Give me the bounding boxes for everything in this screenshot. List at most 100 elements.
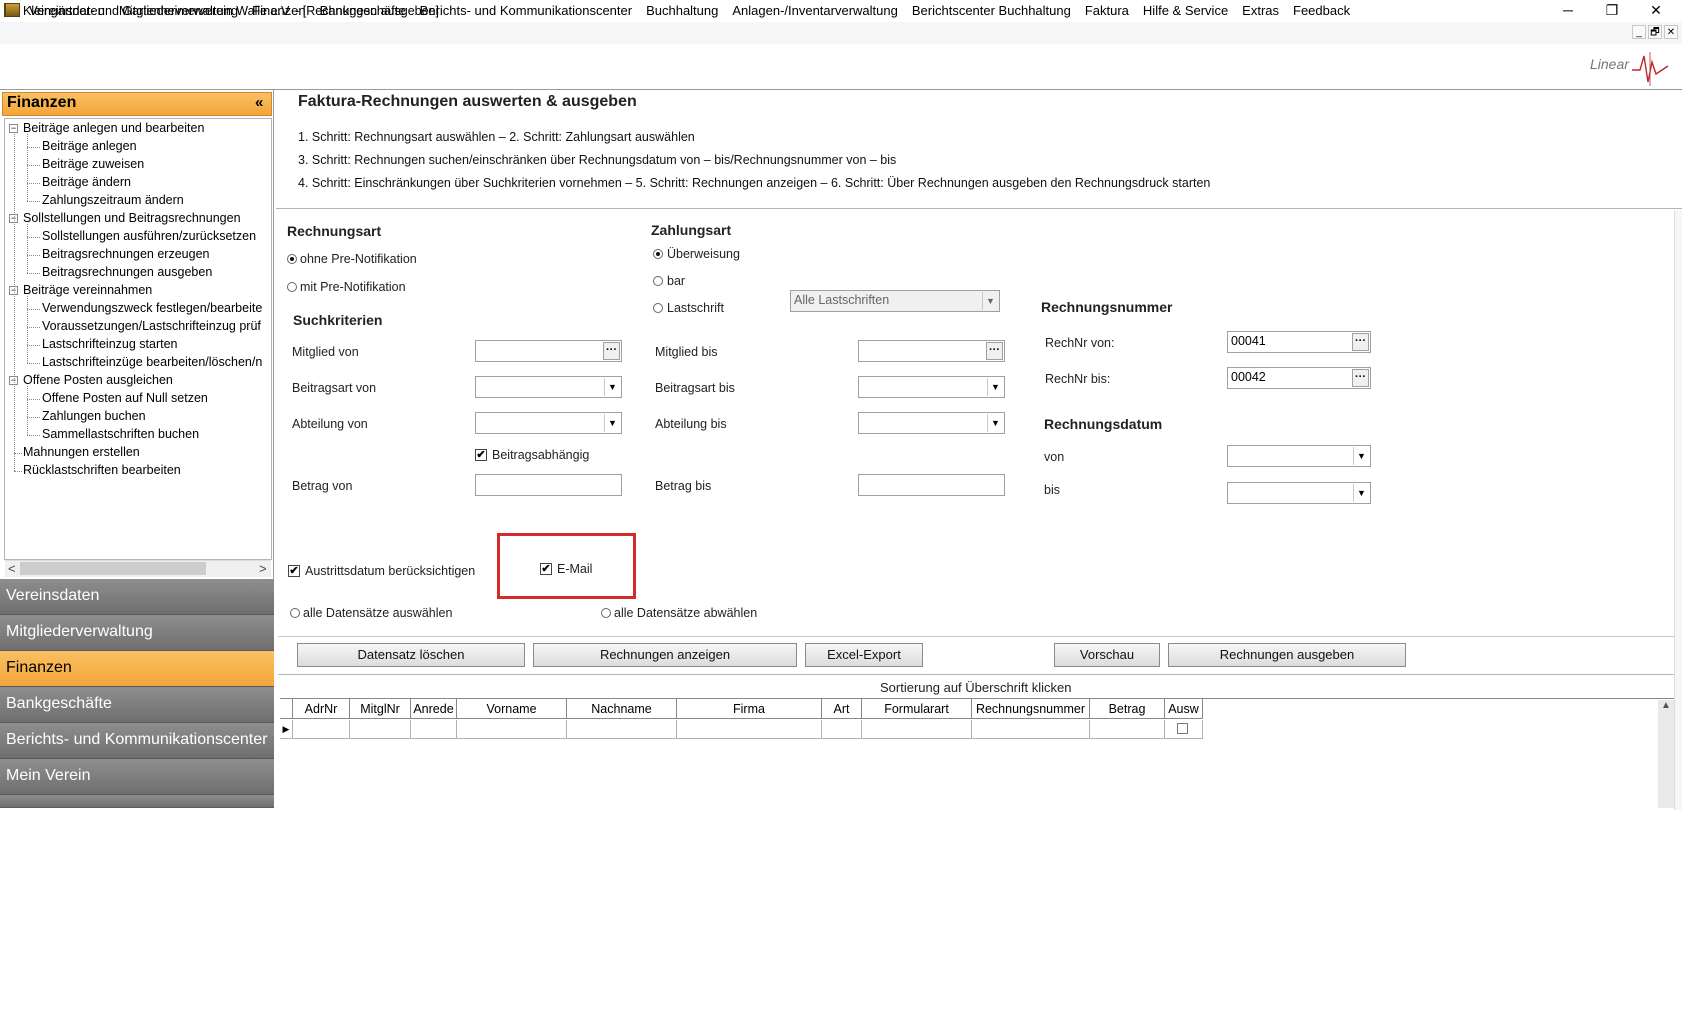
- menu-item-anlagen-inventarverwaltung[interactable]: Anlagen-/Inventarverwaltung: [727, 0, 907, 22]
- menu-item-vereinsdaten[interactable]: Vereinsdaten: [24, 0, 114, 22]
- tree-item[interactable]: Beiträge anlegen und bearbeiten: [23, 120, 204, 138]
- grid-cell[interactable]: [972, 720, 1090, 739]
- grid-cell[interactable]: [411, 720, 457, 739]
- tree-item[interactable]: Verwendungszweck festlegen/bearbeite: [42, 300, 262, 318]
- column-header-nachname[interactable]: Nachname: [567, 699, 677, 719]
- column-header-formularart[interactable]: Formularart: [862, 699, 972, 719]
- tree-item[interactable]: Beiträge vereinnahmen: [23, 282, 152, 300]
- chevron-down-icon[interactable]: ▼: [987, 378, 1003, 396]
- scrollbar-thumb[interactable]: [20, 562, 206, 575]
- menu-item-mitgliederverwaltung[interactable]: Mitgliederverwaltung: [114, 0, 247, 22]
- column-header-mitglnr[interactable]: MitglNr: [350, 699, 411, 719]
- tree-item[interactable]: Rücklastschriften bearbeiten: [23, 462, 181, 480]
- tree-item[interactable]: Offene Posten auf Null setzen: [42, 390, 208, 408]
- mitglied-von-lookup-button[interactable]: ···: [603, 342, 620, 360]
- scroll-right-icon[interactable]: >: [259, 561, 267, 576]
- grid-cell[interactable]: [822, 720, 862, 739]
- chevron-down-icon[interactable]: ▼: [982, 292, 998, 310]
- vorschau-button[interactable]: Vorschau: [1054, 643, 1160, 667]
- excel-export-button[interactable]: Excel-Export: [805, 643, 923, 667]
- tree-item[interactable]: Zahlungen buchen: [42, 408, 146, 426]
- grid-cell[interactable]: [862, 720, 972, 739]
- nav-button-vereinsdaten[interactable]: Vereinsdaten: [0, 579, 274, 615]
- betrag-von-input[interactable]: [475, 474, 622, 496]
- datum-von-select[interactable]: [1227, 445, 1371, 467]
- tree-item[interactable]: Beitragsrechnungen erzeugen: [42, 246, 209, 264]
- column-header-art[interactable]: Art: [822, 699, 862, 719]
- ueberweisung-radio[interactable]: [653, 249, 663, 259]
- column-header-vorname[interactable]: Vorname: [457, 699, 567, 719]
- menu-item-faktura[interactable]: Faktura: [1080, 0, 1138, 22]
- tree-item[interactable]: Sollstellungen ausführen/zurücksetzen: [42, 228, 256, 246]
- menu-item-feedback[interactable]: Feedback: [1288, 0, 1359, 22]
- tree-item[interactable]: Mahnungen erstellen: [23, 444, 140, 462]
- mitglied-bis-lookup-button[interactable]: ···: [986, 342, 1003, 360]
- rechnungen-anzeigen-button[interactable]: Rechnungen anzeigen: [533, 643, 797, 667]
- tree-item[interactable]: Lastschrifteinzüge bearbeiten/löschen/n: [42, 354, 262, 372]
- grid-vertical-scrollbar[interactable]: [1658, 700, 1674, 808]
- collapse-node-icon[interactable]: −: [9, 124, 18, 133]
- tree-item[interactable]: Offene Posten ausgleichen: [23, 372, 173, 390]
- minimize-button[interactable]: ─: [1548, 0, 1588, 22]
- nav-button-mein-verein[interactable]: Mein Verein: [0, 759, 274, 795]
- form-vertical-scrollbar[interactable]: [1674, 210, 1682, 810]
- nav-button-bankgeschäfte[interactable]: Bankgeschäfte: [0, 687, 274, 723]
- lastschrift-art-select[interactable]: Alle Lastschriften: [790, 290, 1000, 312]
- menu-item-hilfe-service[interactable]: Hilfe & Service: [1138, 0, 1237, 22]
- menu-item-buchhaltung[interactable]: Buchhaltung: [641, 0, 727, 22]
- tree-item[interactable]: Voraussetzungen/Lastschrifteinzug prüf: [42, 318, 261, 336]
- grid-cell[interactable]: [293, 720, 350, 739]
- chevron-down-icon[interactable]: ▼: [1353, 447, 1369, 465]
- scroll-left-icon[interactable]: <: [8, 561, 16, 576]
- betrag-bis-input[interactable]: [858, 474, 1005, 496]
- menu-item-finanzen[interactable]: Finanzen: [247, 0, 314, 22]
- nav-button-berichts-und-kommunikationscenter[interactable]: Berichts- und Kommunikationscenter: [0, 723, 274, 759]
- menu-item-berichts-und-kommunikationscenter[interactable]: Berichts- und Kommunikationscenter: [415, 0, 641, 22]
- austrittsdatum-checkbox[interactable]: ✔: [288, 565, 300, 577]
- tree-item[interactable]: Beiträge ändern: [42, 174, 131, 192]
- mdi-restore-button[interactable]: 🗗: [1648, 25, 1662, 39]
- rechnr-von-lookup-button[interactable]: ···: [1352, 333, 1369, 351]
- beitragsart-von-select[interactable]: [475, 376, 622, 398]
- beitragsart-bis-select[interactable]: [858, 376, 1005, 398]
- auswahl-checkbox[interactable]: [1177, 723, 1188, 734]
- column-header-firma[interactable]: Firma: [677, 699, 822, 719]
- chevron-down-icon[interactable]: ▼: [604, 378, 620, 396]
- abteilung-bis-select[interactable]: [858, 412, 1005, 434]
- abteilung-von-select[interactable]: [475, 412, 622, 434]
- menu-item-extras[interactable]: Extras: [1237, 0, 1288, 22]
- column-header-ausw[interactable]: Ausw: [1165, 699, 1203, 719]
- chevron-down-icon[interactable]: ▼: [1353, 484, 1369, 502]
- datensatz-loeschen-button[interactable]: Datensatz löschen: [297, 643, 525, 667]
- grid-cell[interactable]: [1165, 720, 1203, 739]
- grid-cell[interactable]: [567, 720, 677, 739]
- nav-button-mitgliederverwaltung[interactable]: Mitgliederverwaltung: [0, 615, 274, 651]
- mit-pre-notifikation-radio[interactable]: [287, 282, 297, 292]
- mdi-close-button[interactable]: ✕: [1664, 25, 1678, 39]
- column-header-anrede[interactable]: Anrede: [411, 699, 457, 719]
- close-button[interactable]: ✕: [1636, 0, 1676, 22]
- tree-item[interactable]: Sollstellungen und Beitragsrechnungen: [23, 210, 241, 228]
- tree-item[interactable]: Sammellastschriften buchen: [42, 426, 199, 444]
- grid-cell[interactable]: [350, 720, 411, 739]
- collapse-panel-icon[interactable]: «: [255, 94, 263, 111]
- lastschrift-radio[interactable]: [653, 303, 663, 313]
- menu-item-bankgeschäfte[interactable]: Bankgeschäfte: [315, 0, 415, 22]
- tree-item[interactable]: Lastschrifteinzug starten: [42, 336, 178, 354]
- bar-radio[interactable]: [653, 276, 663, 286]
- chevron-down-icon[interactable]: ▼: [987, 414, 1003, 432]
- tree-item[interactable]: Beiträge zuweisen: [42, 156, 144, 174]
- alle-abwaehlen-radio[interactable]: [601, 608, 611, 618]
- rechnungen-ausgeben-button[interactable]: Rechnungen ausgeben: [1168, 643, 1406, 667]
- mdi-minimize-button[interactable]: _: [1632, 25, 1646, 39]
- grid-cell[interactable]: [1090, 720, 1165, 739]
- grid-cell[interactable]: [457, 720, 567, 739]
- tree-item[interactable]: Beiträge anlegen: [42, 138, 137, 156]
- grid-cell[interactable]: [677, 720, 822, 739]
- rechnr-von-input[interactable]: 00041: [1227, 331, 1371, 353]
- chevron-down-icon[interactable]: ▼: [604, 414, 620, 432]
- nav-button-finanzen[interactable]: Finanzen: [0, 651, 274, 687]
- scroll-up-icon[interactable]: ▲: [1661, 700, 1671, 711]
- column-header-adrnr[interactable]: AdrNr: [293, 699, 350, 719]
- mitglied-von-input[interactable]: [475, 340, 622, 362]
